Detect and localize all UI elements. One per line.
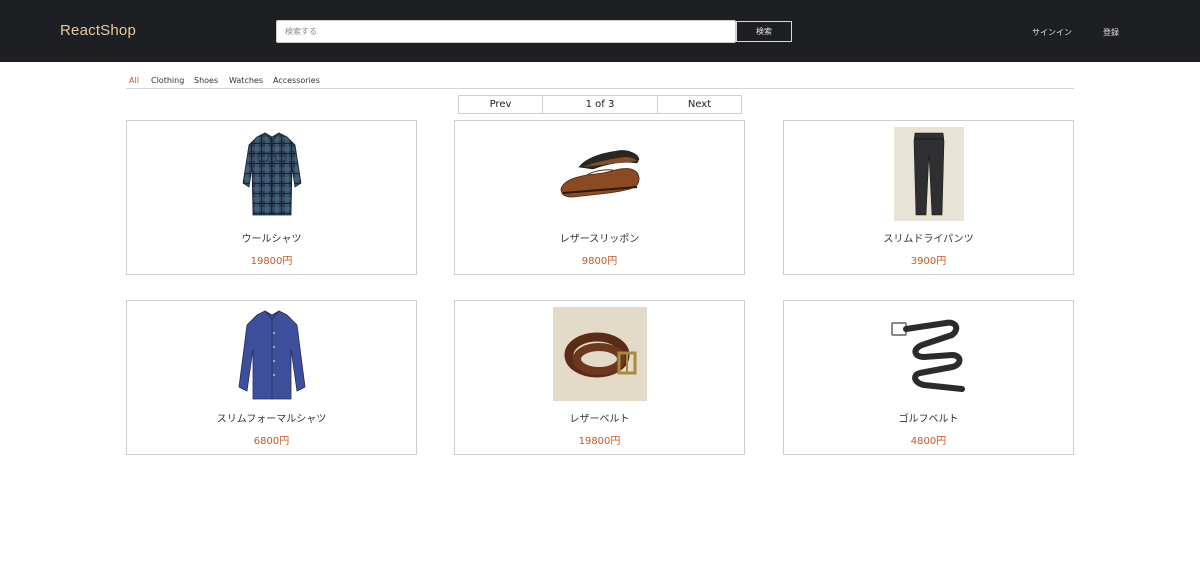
leather-belt-image [553, 307, 647, 401]
product-price: 19800円 [578, 436, 621, 447]
leather-slip-on-image [560, 150, 640, 198]
product-name: レザーベルト [569, 414, 630, 425]
prev-page-button[interactable]: Prev [459, 96, 543, 113]
product-price: 3900円 [910, 256, 947, 267]
product-price: 9800円 [581, 256, 618, 267]
tab-shoes[interactable]: Shoes [194, 76, 218, 85]
tab-all[interactable]: All [129, 76, 139, 85]
product-name: ウールシャツ [241, 234, 302, 245]
product-card[interactable]: レザーベルト 19800円 [454, 300, 745, 455]
product-name: スリムフォーマルシャツ [216, 414, 327, 425]
product-name: スリムドライパンツ [883, 234, 974, 245]
search-button[interactable]: 検索 [736, 21, 792, 42]
slim-formal-shirt-image [238, 310, 306, 400]
tab-accessories[interactable]: Accessories [273, 76, 320, 85]
product-card[interactable]: ゴルフベルト 4800円 [783, 300, 1074, 455]
wool-shirt-image [242, 132, 302, 216]
product-name: ゴルフベルト [898, 414, 959, 425]
product-name: レザースリッポン [559, 234, 640, 245]
pagination: Prev 1 of 3 Next [458, 95, 742, 114]
product-card[interactable]: ウールシャツ 19800円 [126, 120, 417, 275]
product-price: 19800円 [250, 256, 293, 267]
search-input[interactable] [276, 20, 736, 43]
product-price: 6800円 [253, 436, 290, 447]
register-link[interactable]: 登録 [1103, 27, 1119, 38]
golf-belt-image [891, 319, 965, 392]
brand-logo[interactable]: ReactShop [60, 22, 136, 39]
top-header: ReactShop 検索 サインイン 登録 [0, 0, 1200, 62]
tab-clothing[interactable]: Clothing [151, 76, 184, 85]
product-card[interactable]: スリムドライパンツ 3900円 [783, 120, 1074, 275]
product-card[interactable]: レザースリッポン 9800円 [454, 120, 745, 275]
next-page-button[interactable]: Next [658, 96, 741, 113]
product-price: 4800円 [910, 436, 947, 447]
category-tabs: All Clothing Shoes Watches Accessories [126, 74, 1074, 89]
tab-watches[interactable]: Watches [229, 76, 263, 85]
page-indicator: 1 of 3 [543, 96, 658, 113]
slim-dry-pants-image [894, 127, 964, 221]
product-card[interactable]: スリムフォーマルシャツ 6800円 [126, 300, 417, 455]
signin-link[interactable]: サインイン [1032, 27, 1072, 38]
